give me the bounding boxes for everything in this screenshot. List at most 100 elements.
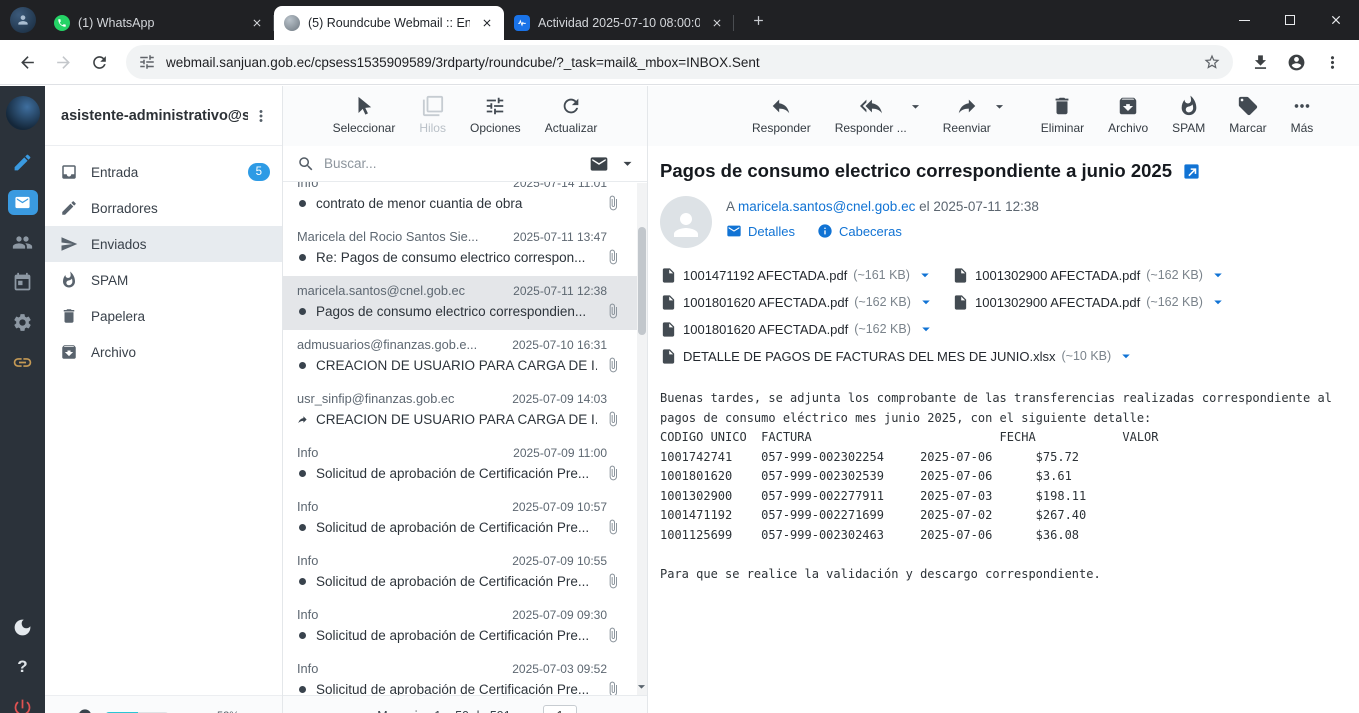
- profile-button[interactable]: [1279, 45, 1313, 79]
- chevron-down-icon[interactable]: [1117, 347, 1135, 365]
- browser-menu-button[interactable]: [1315, 45, 1349, 79]
- threads-button[interactable]: Hilos: [419, 95, 446, 135]
- forward-button[interactable]: Reenviar: [943, 95, 991, 135]
- dark-mode-toggle[interactable]: [0, 607, 45, 647]
- reply-all-button[interactable]: Responder ...: [835, 95, 907, 135]
- chevron-down-icon[interactable]: [618, 154, 637, 173]
- attachment-item[interactable]: DETALLE DE PAGOS DE FACTURAS DEL MES DE …: [660, 347, 1339, 365]
- reply-icon: [770, 95, 792, 117]
- url-field[interactable]: webmail.sanjuan.gob.ec/cpsess1535909589/…: [126, 45, 1233, 79]
- tab-close-icon[interactable]: [708, 14, 726, 32]
- downloads-button[interactable]: [1243, 45, 1277, 79]
- message-list-item[interactable]: Info 2025-07-09 09:30 Solicitud de aprob…: [283, 600, 637, 654]
- forward-button[interactable]: [46, 45, 80, 79]
- archive-button[interactable]: Archivo: [1108, 95, 1148, 135]
- chevron-down-icon[interactable]: [917, 293, 935, 311]
- attachment-item[interactable]: 1001302900 AFECTADA.pdf (~162 KB): [952, 266, 1244, 284]
- chevron-down-icon[interactable]: [907, 98, 924, 115]
- more-button[interactable]: Más: [1291, 95, 1314, 135]
- close-window-button[interactable]: [1313, 0, 1359, 40]
- chevron-down-icon[interactable]: [991, 98, 1008, 115]
- chevron-down-icon[interactable]: [1209, 266, 1227, 284]
- chevron-down-icon[interactable]: [916, 266, 934, 284]
- search-input[interactable]: [324, 156, 580, 171]
- maximize-button[interactable]: [1267, 0, 1313, 40]
- tab-close-icon[interactable]: [478, 14, 496, 32]
- tab-close-icon[interactable]: [248, 14, 266, 32]
- page-number-input[interactable]: [543, 705, 577, 713]
- chevron-down-icon[interactable]: [917, 320, 935, 338]
- headers-link[interactable]: Cabeceras: [817, 223, 902, 239]
- recipient-email-link[interactable]: maricela.santos@cnel.gob.ec: [738, 199, 915, 214]
- contacts-button[interactable]: [0, 222, 45, 262]
- browser-profile-icon[interactable]: [10, 7, 36, 33]
- refresh-list-button[interactable]: Actualizar: [545, 95, 598, 135]
- scrollbar-thumb[interactable]: [638, 227, 646, 335]
- folder-enviados[interactable]: Enviados: [45, 226, 282, 262]
- folder-archivo[interactable]: Archivo: [45, 334, 282, 370]
- refresh-icon: [90, 53, 109, 72]
- attachment-item[interactable]: 1001302900 AFECTADA.pdf (~162 KB): [952, 293, 1244, 311]
- attachment-item[interactable]: 1001801620 AFECTADA.pdf (~162 KB): [660, 320, 952, 338]
- folder-papelera[interactable]: Papelera: [45, 298, 282, 334]
- folder-spam[interactable]: SPAM: [45, 262, 282, 298]
- bookmark-star-icon[interactable]: [1203, 53, 1221, 71]
- spam-button[interactable]: SPAM: [1172, 95, 1205, 135]
- webmail-logo[interactable]: [6, 96, 40, 130]
- message-list-item[interactable]: Info 2025-07-09 11:00 Solicitud de aprob…: [283, 438, 637, 492]
- last-page-button[interactable]: »: [613, 705, 633, 713]
- message-list-item[interactable]: Info 2025-07-09 10:57 Solicitud de aprob…: [283, 492, 637, 546]
- external-link-app-button[interactable]: [0, 342, 45, 382]
- message-list-item[interactable]: admusuarios@finanzas.gob.e... 2025-07-10…: [283, 330, 637, 384]
- folder-borradores[interactable]: Borradores: [45, 190, 282, 226]
- download-icon: [1251, 53, 1270, 72]
- message-list-item[interactable]: Info 2025-07-09 10:55 Solicitud de aprob…: [283, 546, 637, 600]
- sent-date: el 2025-07-11 12:38: [919, 199, 1039, 214]
- next-page-button[interactable]: ›: [585, 705, 605, 713]
- more-label: Más: [1291, 121, 1314, 135]
- reply-button[interactable]: Responder: [752, 95, 811, 135]
- message-list-item[interactable]: Maricela del Rocio Santos Sie... 2025-07…: [283, 222, 637, 276]
- message-list-item[interactable]: Info 2025-07-14 11:01 contrato de menor …: [283, 182, 637, 222]
- options-button[interactable]: Opciones: [470, 95, 521, 135]
- new-tab-button[interactable]: [744, 6, 772, 34]
- mark-button[interactable]: Marcar: [1229, 95, 1266, 135]
- back-button[interactable]: [10, 45, 44, 79]
- message-list-item[interactable]: maricela.santos@cnel.gob.ec 2025-07-11 1…: [283, 276, 637, 330]
- tab-title: (1) WhatsApp: [78, 16, 240, 30]
- account-menu-button[interactable]: [248, 103, 274, 129]
- first-page-button[interactable]: «: [297, 705, 317, 713]
- help-button[interactable]: ?: [0, 647, 45, 687]
- calendar-button[interactable]: [0, 262, 45, 302]
- compose-button[interactable]: [0, 142, 45, 182]
- mail-icon: [14, 194, 31, 211]
- details-link[interactable]: Detalles: [726, 223, 795, 239]
- message-date: 2025-07-03 09:52: [512, 662, 607, 676]
- delete-button[interactable]: Eliminar: [1041, 95, 1084, 135]
- minimize-button[interactable]: [1221, 0, 1267, 40]
- site-info-icon[interactable]: [138, 53, 156, 71]
- account-email: asistente-administrativo@sa...: [61, 108, 248, 124]
- attachment-item[interactable]: 1001471192 AFECTADA.pdf (~161 KB): [660, 266, 952, 284]
- tab-whatsapp[interactable]: (1) WhatsApp: [44, 6, 274, 40]
- message-list-item[interactable]: usr_sinfip@finanzas.gob.ec 2025-07-09 14…: [283, 384, 637, 438]
- scroll-down-icon[interactable]: [633, 678, 648, 695]
- message-meta: A maricela.santos@cnel.gob.ec el 2025-07…: [660, 196, 1339, 248]
- tab-actividad[interactable]: Actividad 2025-07-10 08:00:00: [504, 6, 734, 40]
- person-circle-icon: [1287, 53, 1306, 72]
- open-in-new-window-icon[interactable]: [1182, 162, 1201, 181]
- prev-page-button[interactable]: ‹: [325, 705, 345, 713]
- settings-button[interactable]: [0, 302, 45, 342]
- refresh-button[interactable]: [82, 45, 116, 79]
- attachment-item[interactable]: 1001801620 AFECTADA.pdf (~162 KB): [660, 293, 952, 311]
- search-scope-mail-icon[interactable]: [589, 154, 609, 174]
- chevron-down-icon[interactable]: [1209, 293, 1227, 311]
- tab-roundcube-webmail[interactable]: (5) Roundcube Webmail :: Envia: [274, 6, 504, 40]
- list-scrollbar[interactable]: [637, 183, 647, 695]
- folder-entrada[interactable]: Entrada 5: [45, 154, 282, 190]
- logout-button[interactable]: [0, 687, 45, 713]
- attachment-name: 1001801620 AFECTADA.pdf: [683, 295, 848, 310]
- message-list-item[interactable]: Info 2025-07-03 09:52 Solicitud de aprob…: [283, 654, 637, 695]
- select-button[interactable]: Seleccionar: [333, 95, 396, 135]
- mail-task-button[interactable]: [0, 182, 45, 222]
